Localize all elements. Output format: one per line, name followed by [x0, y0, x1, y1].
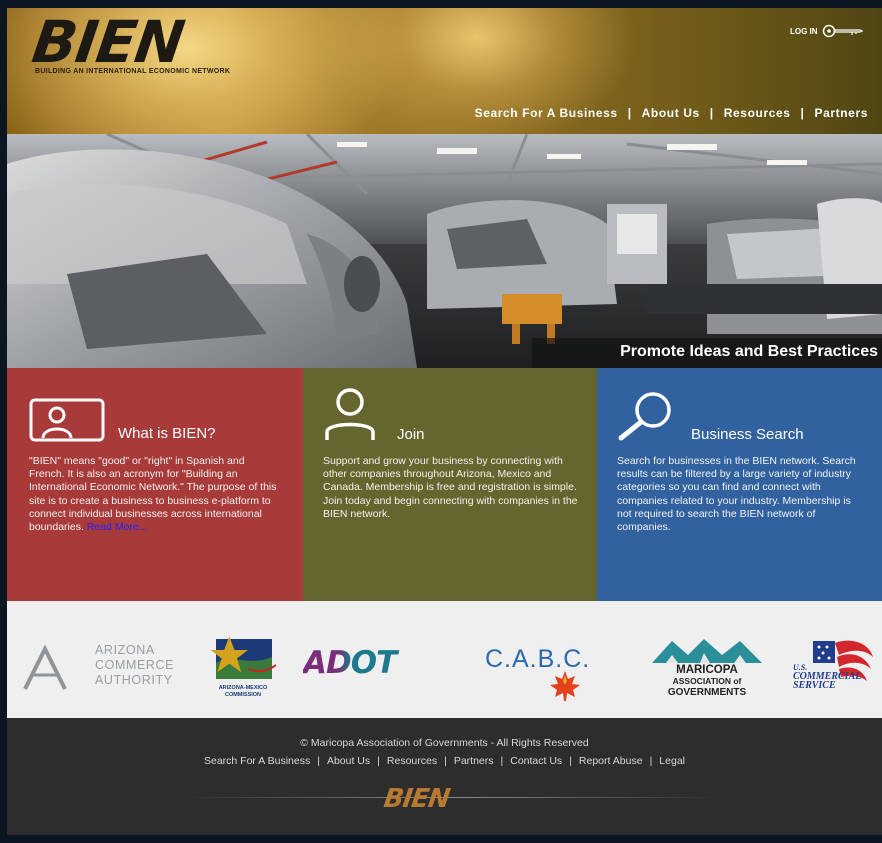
- join-text: Support and grow your business by connec…: [323, 455, 578, 520]
- hero-caption: Promote Ideas and Best Practices: [532, 338, 882, 368]
- nav-partners[interactable]: Partners: [815, 106, 869, 120]
- nav-separator: |: [709, 106, 714, 120]
- footer-separator: |: [569, 755, 572, 767]
- nav-separator: |: [627, 106, 632, 120]
- uscs-line-3: SERVICE: [793, 680, 836, 691]
- nav-search-business[interactable]: Search For A Business: [475, 106, 618, 120]
- cabc-logo[interactable]: C.A.B.C.: [485, 645, 625, 705]
- amc-line-2: COMMISSION: [224, 692, 262, 698]
- aca-line-3: AUTHORITY: [95, 673, 173, 687]
- business-search-title: Business Search: [691, 426, 804, 443]
- footer-nav: Search For A Business | About Us | Resou…: [7, 755, 882, 767]
- footer-separator: |: [377, 755, 380, 767]
- footer-separator: |: [500, 755, 504, 767]
- nav-separator: |: [800, 106, 805, 120]
- feature-panels: What is BIEN? "BIEN" means "good" or "ri…: [7, 368, 882, 601]
- mag-line-2: ASSOCIATION of: [672, 676, 742, 686]
- hero-banner: Promote Ideas and Best Practices: [7, 134, 882, 368]
- login-label: LOG IN: [790, 26, 818, 36]
- amc-text: ARIZONA-MEXICO COMMISSION: [214, 685, 272, 699]
- us-commercial-service-logo[interactable]: U.S. COMMERCIAL SERVICE: [787, 637, 877, 707]
- bien-logo[interactable]: BIEN Building an International Economic …: [28, 8, 297, 80]
- footer-link-contact-us[interactable]: Contact Us: [510, 755, 562, 767]
- business-search-text: Search for businesses in the BIEN networ…: [617, 455, 856, 534]
- mag-text: MARICOPA ASSOCIATION of GOVERNMENTS: [648, 664, 766, 698]
- maricopa-association-logo[interactable]: MARICOPA ASSOCIATION of GOVERNMENTS: [648, 637, 766, 703]
- footer-link-report-abuse[interactable]: Report Abuse: [579, 755, 643, 767]
- main-nav: Search For A Business | About Us | Resou…: [475, 106, 868, 120]
- uscs-text: U.S. COMMERCIAL SERVICE: [793, 663, 861, 691]
- factory-hero-image: [7, 134, 882, 368]
- adot-logo[interactable]: ADOT: [303, 645, 461, 681]
- footer-link-resources[interactable]: Resources: [387, 755, 437, 767]
- amc-mark-icon: [210, 636, 277, 679]
- join-panel[interactable]: Join Support and grow your business by c…: [303, 368, 597, 601]
- nav-resources[interactable]: Resources: [724, 106, 791, 120]
- adot-text: ADOT: [303, 645, 461, 681]
- footer-bien-logo[interactable]: BIEN: [382, 784, 451, 814]
- key-icon: [822, 24, 863, 38]
- page: BIEN Building an International Economic …: [7, 8, 882, 835]
- what-is-bien-text: "BIEN" means "good" or "right" in Spanis…: [29, 455, 281, 534]
- footer-link-partners[interactable]: Partners: [454, 755, 494, 767]
- login-link[interactable]: LOG IN: [790, 24, 864, 38]
- business-search-panel[interactable]: Business Search Search for businesses in…: [597, 368, 882, 601]
- site-footer: © Maricopa Association of Governments - …: [7, 718, 882, 835]
- join-title: Join: [397, 426, 425, 443]
- magnifier-icon: [618, 392, 671, 441]
- profile-card-icon: [29, 398, 105, 442]
- arizona-commerce-authority-logo[interactable]: ARIZONA COMMERCE AUTHORITY: [21, 643, 191, 697]
- user-icon: [325, 388, 375, 440]
- browser-frame: BIEN Building an International Economic …: [0, 0, 882, 843]
- aca-text: ARIZONA COMMERCE AUTHORITY: [95, 643, 174, 688]
- footer-link-legal[interactable]: Legal: [659, 755, 685, 767]
- what-is-bien-title: What is BIEN?: [118, 425, 216, 442]
- copyright-text: © Maricopa Association of Governments - …: [300, 737, 589, 749]
- nav-about-us[interactable]: About Us: [642, 106, 700, 120]
- what-is-bien-body: "BIEN" means "good" or "right" in Spanis…: [29, 455, 277, 534]
- aca-line-2: COMMERCE: [95, 658, 175, 672]
- mag-line-3: GOVERNMENTS: [667, 687, 747, 698]
- aca-line-1: ARIZONA: [95, 643, 155, 657]
- arizona-mexico-commission-logo[interactable]: ARIZONA-MEXICO COMMISSION: [208, 633, 280, 701]
- mag-line-1: MARICOPA: [676, 664, 738, 676]
- maple-leaf-icon: [550, 671, 580, 701]
- amc-line-1: ARIZONA-MEXICO: [218, 685, 268, 691]
- logo-text: BIEN: [28, 8, 188, 76]
- partner-logos: ARIZONA COMMERCE AUTHORITY ARIZONA-MEXIC…: [7, 601, 882, 718]
- what-is-bien-panel[interactable]: What is BIEN? "BIEN" means "good" or "ri…: [7, 368, 303, 601]
- site-header: BIEN Building an International Economic …: [7, 8, 882, 134]
- footer-divider: [187, 797, 717, 798]
- footer-link-search-business[interactable]: Search For A Business: [204, 755, 310, 767]
- footer-separator: |: [649, 755, 653, 767]
- mag-mountains-icon: [652, 639, 762, 663]
- cabc-text: C.A.B.C.: [485, 645, 591, 673]
- logo-tagline: Building an International Economic Netwo…: [35, 68, 231, 75]
- footer-separator: |: [317, 755, 320, 767]
- footer-separator: |: [444, 755, 447, 767]
- footer-link-about-us[interactable]: About Us: [327, 755, 370, 767]
- read-more-link[interactable]: Read More...: [87, 521, 148, 533]
